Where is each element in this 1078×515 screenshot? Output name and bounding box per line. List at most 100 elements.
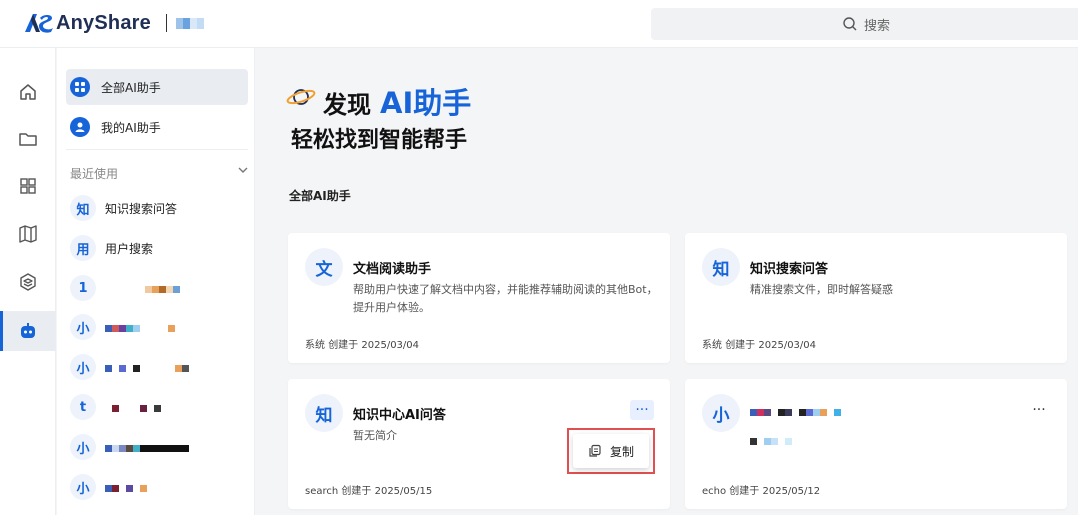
more-options-button[interactable]: ··· [630, 400, 654, 420]
created-label: 创建于 [341, 486, 372, 497]
recent-item[interactable]: 知 知识搜索问答 [70, 194, 250, 222]
assistant-avatar: 小 [702, 394, 740, 432]
menu-item-copy[interactable]: 复制 [573, 434, 649, 468]
sidebar-divider [66, 149, 248, 150]
created-label: 创建于 [725, 340, 756, 351]
folder-icon [19, 133, 37, 146]
creator: search [305, 486, 339, 497]
rail-ai-assistant[interactable] [0, 311, 56, 351]
assistant-card[interactable]: 知 知识搜索问答 精准搜索文件，即时解答疑惑 系统 创建于 2025/03/04 [685, 233, 1067, 363]
section-title: 全部AI助手 [289, 189, 351, 203]
rail-documents[interactable] [0, 119, 56, 159]
redacted-label [105, 478, 147, 497]
copy-icon [589, 444, 601, 457]
assistant-meta: echo 创建于 2025/05/12 [702, 482, 820, 497]
redacted-label [145, 279, 180, 298]
assistant-name: 文档阅读助手 [353, 262, 432, 277]
home-icon [20, 84, 36, 100]
top-bar: AnyShare 搜索 [0, 0, 1078, 48]
assistant-avatar: 小 [70, 434, 96, 460]
created-date: 2025/05/15 [374, 486, 433, 497]
assistant-avatar: 1 [70, 275, 96, 301]
logo-text: AnyShare [56, 11, 151, 34]
assistant-avatar: t [70, 394, 96, 420]
assistant-meta: 系统 创建于 2025/03/04 [702, 336, 816, 351]
assistant-description: 帮助用户快速了解文档中内容，并能推荐辅助阅读的其他Bot，提升用户体验。 [353, 283, 658, 314]
assistant-sidebar: 全部AI助手 我的AI助手 最近使用 知 知识搜索问答 用 用户搜索 1 小 小… [57, 48, 255, 515]
rail-knowledge[interactable] [0, 262, 56, 302]
recent-item-label: 知识搜索问答 [105, 201, 178, 216]
redacted-label [105, 398, 161, 417]
assistant-description: 精准搜索文件，即时解答疑惑 [750, 283, 893, 296]
map-icon [19, 225, 37, 243]
grid-icon [70, 77, 90, 97]
ellipsis-icon: ··· [635, 402, 649, 418]
assistant-name: 知识中心AI问答 [353, 408, 446, 423]
search-icon [843, 17, 857, 31]
user-icon [70, 117, 90, 137]
assistant-avatar: 知 [702, 248, 740, 286]
app-logo[interactable]: AnyShare [24, 11, 204, 35]
assistant-name: 知识搜索问答 [750, 262, 829, 277]
assistant-avatar: 知 [70, 195, 96, 221]
creator: 系统 [305, 340, 325, 351]
left-rail [0, 48, 56, 515]
created-date: 2025/03/04 [758, 340, 817, 351]
assistant-name-redacted [750, 405, 841, 420]
assistant-card[interactable]: 小 ··· echo 创建于 2025/05/12 [685, 379, 1067, 509]
nav-all-assistants[interactable]: 全部AI助手 [66, 69, 248, 105]
global-search[interactable]: 搜索 [651, 8, 1078, 40]
layers-icon [20, 273, 36, 291]
copy-label: 复制 [610, 444, 635, 459]
recent-item[interactable]: 1 [70, 274, 250, 302]
assistant-avatar: 小 [70, 354, 96, 380]
planet-icon [286, 89, 316, 105]
assistant-meta: 系统 创建于 2025/03/04 [305, 336, 419, 351]
redacted-label [105, 358, 189, 377]
created-label: 创建于 [729, 486, 760, 497]
rail-map[interactable] [0, 214, 56, 254]
assistant-description-redacted [750, 432, 1055, 450]
logo-divider [165, 14, 167, 32]
apps-icon [20, 178, 36, 194]
hero-title-accent: AI助手 [380, 86, 472, 120]
bot-icon [21, 323, 35, 338]
tenant-logo-image [175, 17, 204, 29]
rail-home[interactable] [0, 72, 56, 112]
redacted-label [105, 318, 175, 337]
main-content: 发现 AI助手 轻松找到智能帮手 全部AI助手 文 文档阅读助手 帮助用户快速了… [256, 48, 1078, 515]
redacted-label [105, 438, 189, 457]
recent-item-label: 用户搜索 [105, 241, 154, 256]
chevron-down-icon[interactable] [237, 164, 249, 176]
assistant-avatar: 小 [70, 314, 96, 340]
assistant-meta: search 创建于 2025/05/15 [305, 482, 432, 497]
recent-item[interactable]: 小 [70, 353, 250, 381]
created-label: 创建于 [328, 340, 359, 351]
recent-item[interactable]: 小 [70, 473, 250, 501]
more-options-button[interactable]: ··· [1027, 400, 1051, 420]
highlight-box: 复制 [567, 428, 655, 474]
recent-item[interactable]: 小 [70, 313, 250, 341]
hero-title-text: 发现 [323, 91, 371, 119]
created-date: 2025/05/12 [762, 486, 821, 497]
anyshare-logo-icon [25, 14, 53, 33]
assistant-avatar: 用 [70, 235, 96, 261]
nav-label: 我的AI助手 [101, 120, 161, 135]
assistant-avatar: 小 [70, 474, 96, 500]
recent-item[interactable]: 小 [70, 433, 250, 461]
recent-item[interactable]: 用 用户搜索 [70, 234, 250, 262]
creator: 系统 [702, 340, 722, 351]
creator: echo [702, 486, 727, 497]
assistant-avatar: 文 [305, 248, 343, 286]
assistant-card[interactable]: 文 文档阅读助手 帮助用户快速了解文档中内容，并能推荐辅助阅读的其他Bot，提升… [288, 233, 670, 363]
rail-apps[interactable] [0, 166, 56, 206]
assistant-avatar: 知 [305, 394, 343, 432]
nav-my-assistants[interactable]: 我的AI助手 [66, 109, 248, 145]
recent-section-title: 最近使用 [70, 167, 119, 181]
hero-title: 发现 AI助手 [323, 80, 471, 122]
hero-subtitle: 轻松找到智能帮手 [291, 128, 468, 153]
created-date: 2025/03/04 [361, 340, 420, 351]
search-placeholder: 搜索 [863, 18, 890, 34]
ellipsis-icon: ··· [1032, 402, 1046, 418]
recent-item[interactable]: t [70, 393, 250, 421]
